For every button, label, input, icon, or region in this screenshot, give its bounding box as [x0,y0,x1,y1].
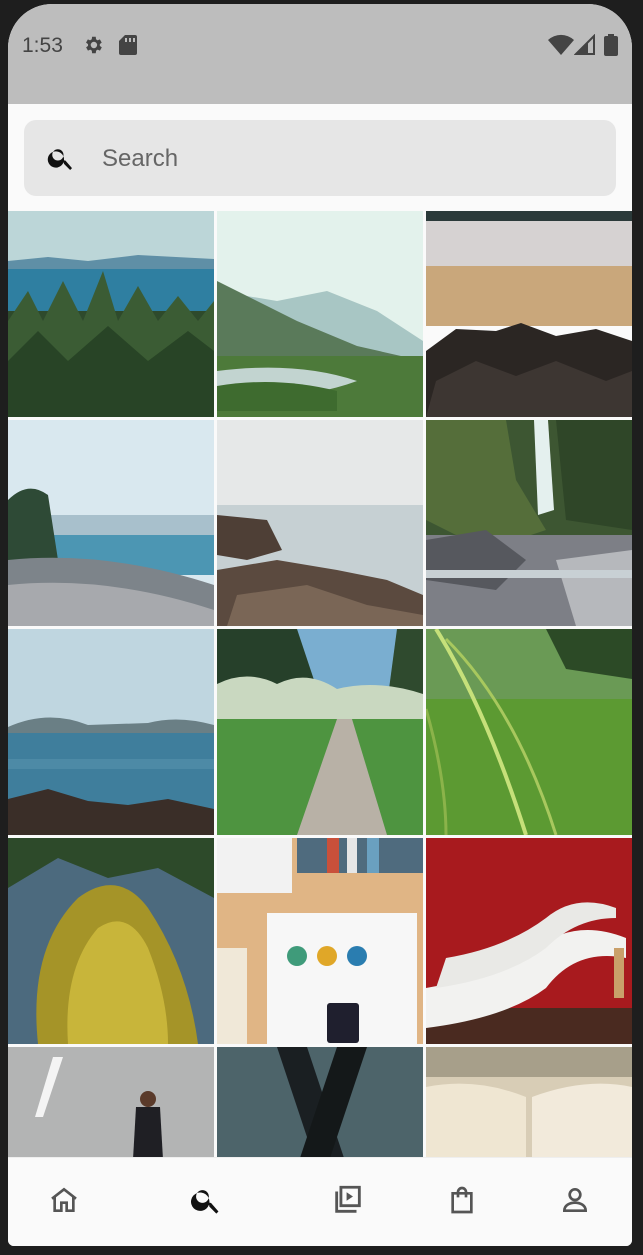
photo-tile-waterfall[interactable] [426,420,632,626]
search-area [8,104,632,211]
nav-shop[interactable] [422,1158,502,1246]
photo-tile-beach-rocks[interactable] [426,211,632,417]
wifi-icon [548,34,574,61]
photo-tile-pebble-beach[interactable] [8,420,214,626]
sd-card-icon [118,34,138,61]
bottom-navigation [8,1157,632,1246]
photo-tile-desk-books-phone[interactable] [217,838,423,1044]
photo-tile-mossy-tree[interactable] [8,838,214,1044]
nav-home[interactable] [24,1158,104,1246]
signal-icon [573,33,596,61]
photo-tile-grass-closeup[interactable] [426,629,632,835]
photo-tile-misty-valley-river[interactable] [217,211,423,417]
shopping-bag-icon [446,1184,478,1221]
photo-tile-sea-rocks[interactable] [217,420,423,626]
nav-search[interactable] [166,1158,246,1246]
battery-icon [604,34,618,61]
search-input[interactable] [100,138,584,180]
photo-tile-forest-lake[interactable] [8,211,214,417]
photo-tile-open-book[interactable] [426,1047,632,1157]
phone-screen: 1:53 [8,4,632,1246]
video-library-icon [331,1183,365,1222]
photo-tile-man-on-street[interactable] [8,1047,214,1157]
photo-tile-park-path[interactable] [217,629,423,835]
photo-tile-white-heels[interactable] [426,838,632,1044]
search-icon [189,1183,223,1222]
search-icon [46,143,76,178]
photo-tile-bay-coastline[interactable] [8,629,214,835]
photo-tile-blurred-fork[interactable] [217,1047,423,1157]
status-time: 1:53 [22,34,63,57]
nav-videos[interactable] [308,1158,388,1246]
home-icon [48,1184,80,1221]
status-bar: 1:53 [8,4,632,104]
nav-profile[interactable] [535,1158,615,1246]
search-bar[interactable] [24,120,616,196]
photo-grid [8,211,632,1157]
gear-icon [82,34,104,61]
profile-icon [559,1184,591,1221]
